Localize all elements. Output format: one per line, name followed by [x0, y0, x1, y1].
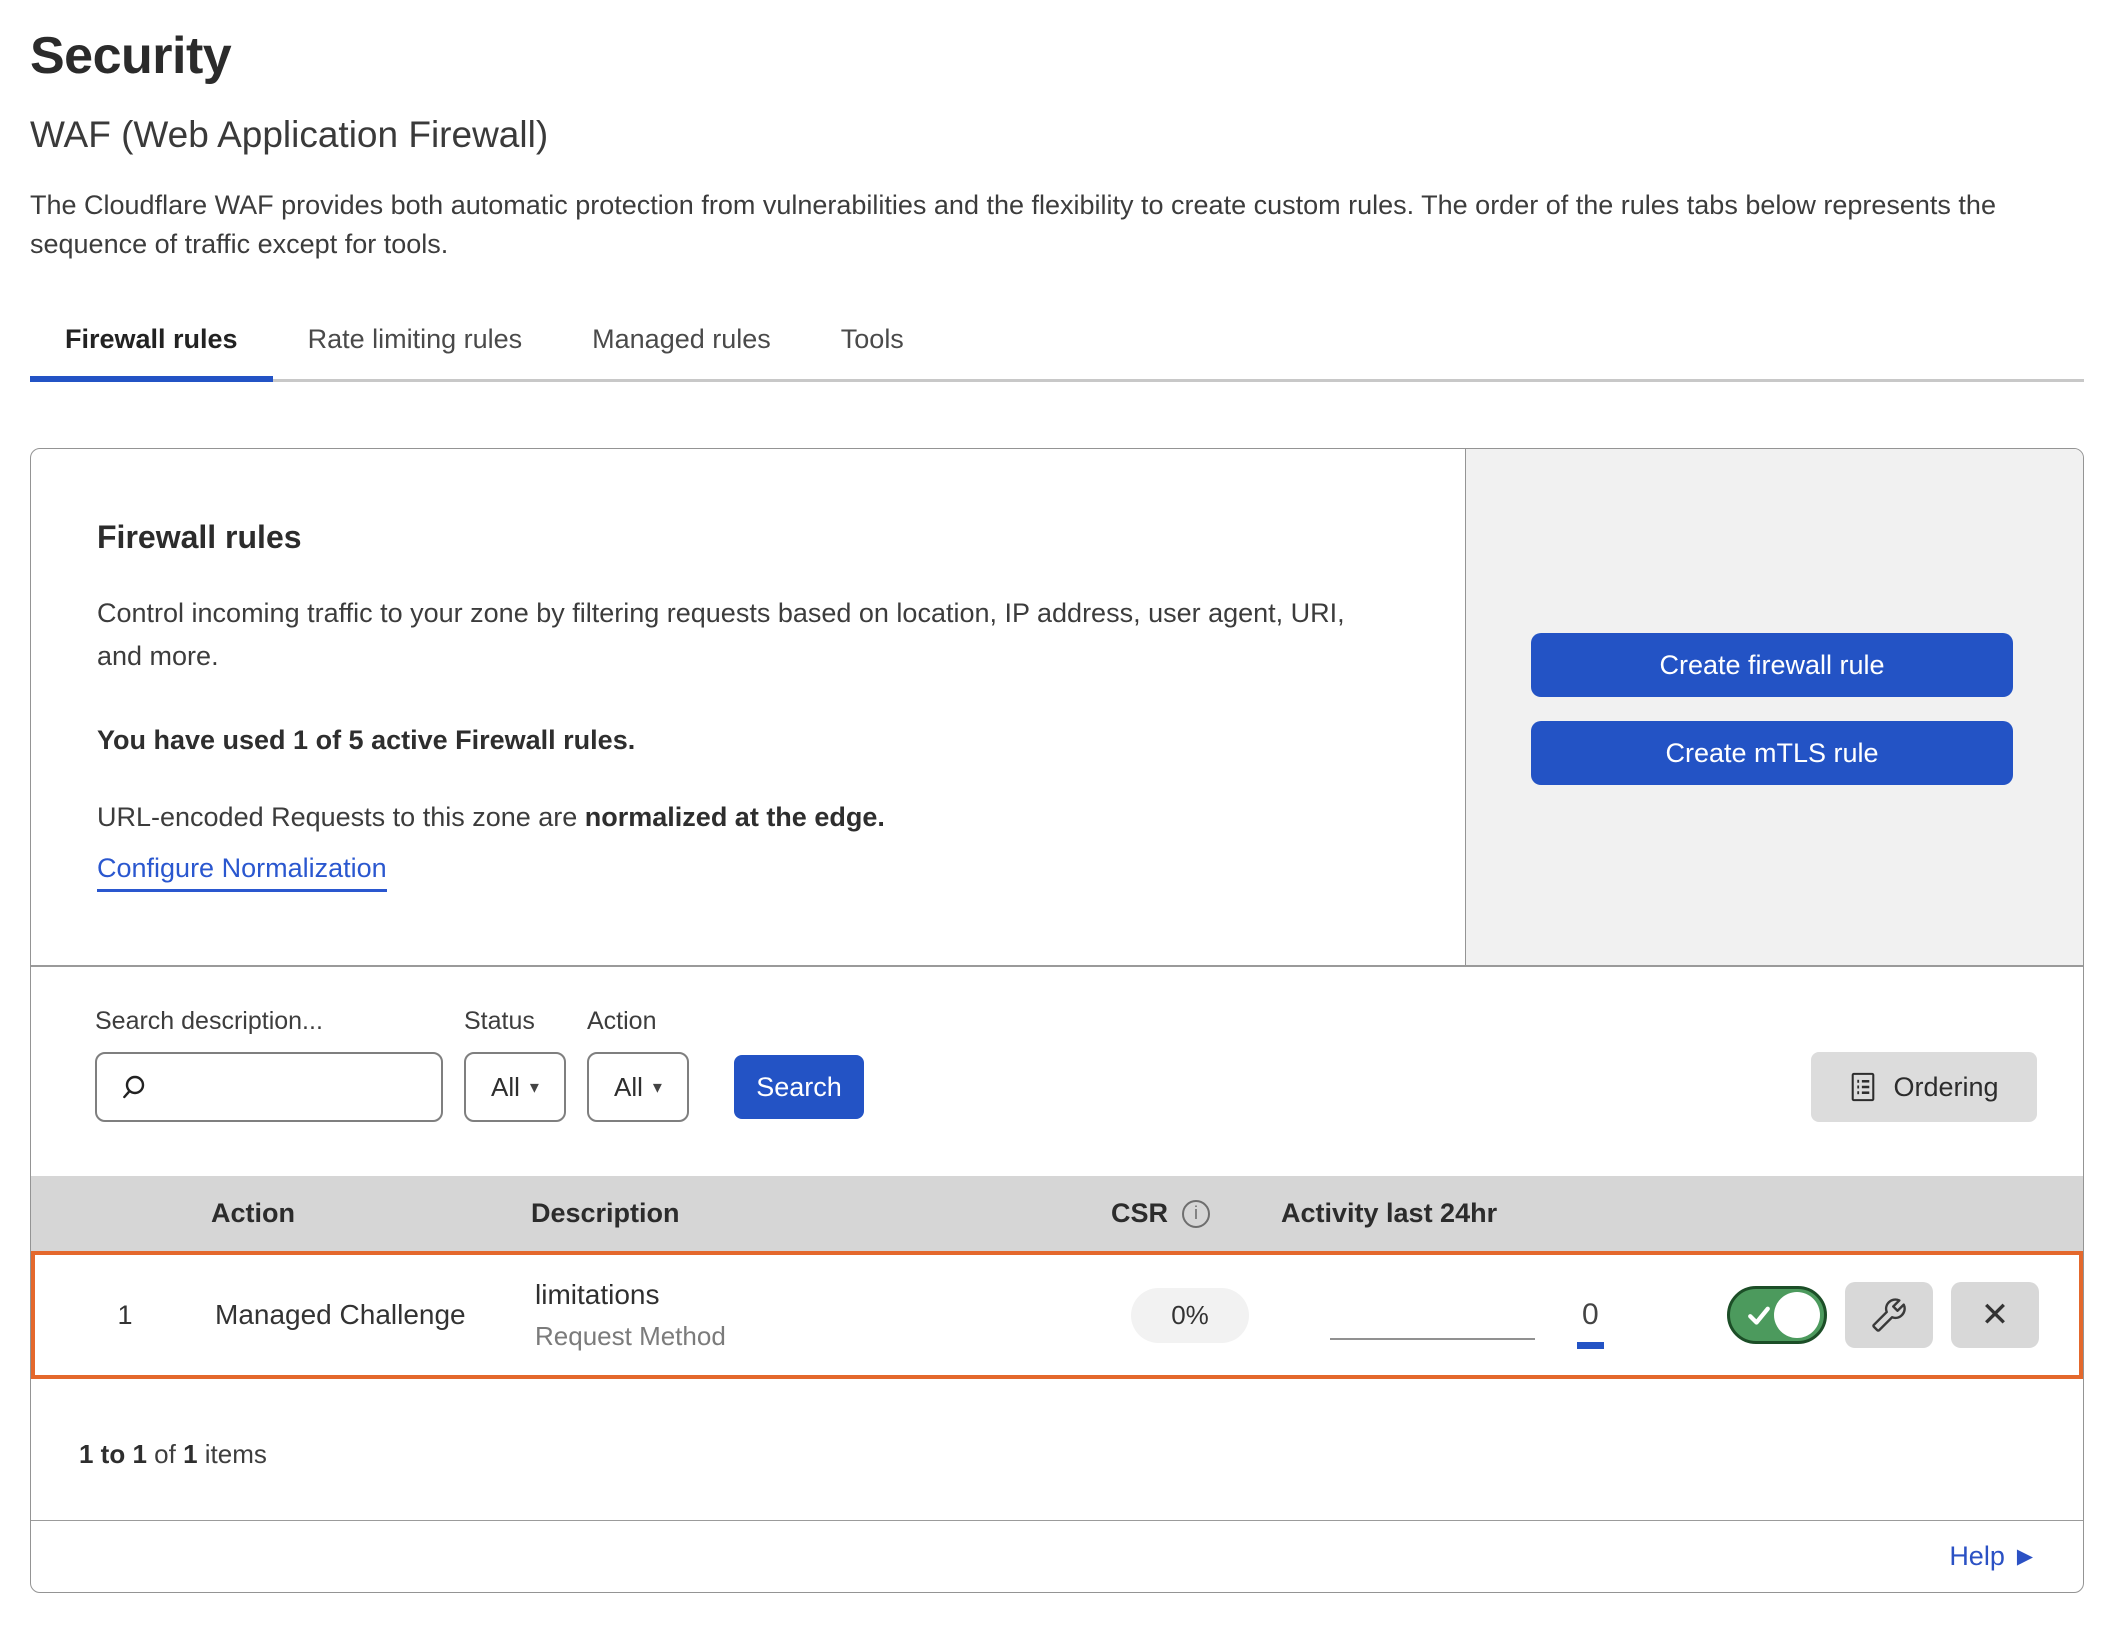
page-description: The Cloudflare WAF provides both automat… [30, 186, 2084, 264]
action-label: Action [587, 1007, 689, 1036]
rule-priority: 1 [35, 1300, 215, 1331]
header-action: Action [211, 1198, 501, 1229]
rule-enabled-toggle[interactable] [1727, 1286, 1827, 1344]
security-waf-page: Security WAF (Web Application Firewall) … [0, 0, 2114, 1593]
status-filter-group: Status All ▾ [464, 1007, 566, 1122]
header-description: Description [501, 1198, 1091, 1229]
tab-tools[interactable]: Tools [806, 312, 939, 379]
action-filter-group: Action All ▾ [587, 1007, 689, 1122]
search-button[interactable]: Search [734, 1055, 864, 1119]
waf-tabbar: Firewall rules Rate limiting rules Manag… [30, 312, 2084, 382]
summary-items: items [198, 1439, 267, 1469]
rule-description-cell: limitations Request Method [505, 1279, 1095, 1352]
normalization-note-text: URL-encoded Requests to this zone are [97, 802, 585, 832]
summary-total: 1 [183, 1439, 197, 1469]
search-input[interactable] [95, 1052, 443, 1122]
rule-controls: ✕ [1705, 1282, 2079, 1348]
create-mtls-rule-button[interactable]: Create mTLS rule [1531, 721, 2013, 785]
edit-rule-button[interactable] [1845, 1282, 1933, 1348]
header-csr-label: CSR [1111, 1198, 1168, 1229]
chevron-down-icon: ▾ [530, 1077, 539, 1098]
header-csr: CSR i [1091, 1198, 1281, 1229]
pagination-summary: 1 to 1 of 1 items [31, 1379, 2083, 1520]
status-label: Status [464, 1007, 566, 1036]
chevron-down-icon: ▾ [653, 1077, 662, 1098]
help-link-label: Help [1949, 1541, 2005, 1572]
delete-rule-button[interactable]: ✕ [1951, 1282, 2039, 1348]
activity-sparkline [1330, 1338, 1535, 1340]
filters-bar: Search description... Status All ▾ Actio… [31, 967, 2083, 1176]
tab-rate-limiting-rules[interactable]: Rate limiting rules [273, 312, 558, 379]
page-title: Security [30, 26, 2084, 86]
rule-description: limitations [535, 1279, 1095, 1311]
check-icon [1744, 1300, 1774, 1330]
toggle-knob [1774, 1292, 1820, 1338]
activity-count-link[interactable]: 0 [1577, 1298, 1604, 1349]
normalization-note-bold: normalized at the edge. [585, 802, 885, 832]
normalization-note: URL-encoded Requests to this zone are no… [97, 802, 1405, 833]
configure-normalization-link[interactable]: Configure Normalization [97, 853, 387, 892]
ordering-button-label: Ordering [1893, 1072, 1998, 1103]
tab-managed-rules[interactable]: Managed rules [557, 312, 806, 379]
rule-action: Managed Challenge [215, 1299, 505, 1331]
ordering-button[interactable]: Ordering [1811, 1052, 2037, 1122]
wrench-icon [1872, 1298, 1906, 1332]
help-link[interactable]: Help ▶ [1949, 1541, 2033, 1572]
help-row: Help ▶ [31, 1520, 2083, 1592]
header-activity: Activity last 24hr [1281, 1198, 1701, 1229]
search-description-group: Search description... [95, 1007, 443, 1122]
help-arrow-icon: ▶ [2017, 1544, 2033, 1569]
firewall-rules-overview: Firewall rules Control incoming traffic … [31, 449, 2083, 967]
rule-csr-cell: 0% [1095, 1288, 1285, 1343]
close-icon: ✕ [1981, 1298, 2010, 1332]
csr-badge: 0% [1131, 1288, 1249, 1343]
rules-table-header: Action Description CSR i Activity last 2… [31, 1176, 2083, 1251]
firewall-rule-row[interactable]: 1 Managed Challenge limitations Request … [31, 1251, 2083, 1379]
summary-of: of [147, 1439, 183, 1469]
rule-activity-cell: 0 [1285, 1290, 1705, 1341]
firewall-rules-card: Firewall rules Control incoming traffic … [30, 448, 2084, 1593]
status-dropdown-value: All [491, 1072, 520, 1103]
search-icon [117, 1071, 149, 1103]
summary-range: 1 to 1 [79, 1439, 147, 1469]
create-firewall-rule-button[interactable]: Create firewall rule [1531, 633, 2013, 697]
page-subtitle: WAF (Web Application Firewall) [30, 114, 2084, 156]
usage-summary: You have used 1 of 5 active Firewall rul… [97, 725, 1405, 756]
ordering-list-icon [1849, 1071, 1877, 1103]
create-rule-panel: Create firewall rule Create mTLS rule [1465, 449, 2083, 965]
card-heading: Firewall rules [97, 519, 1405, 556]
card-description: Control incoming traffic to your zone by… [97, 592, 1387, 678]
info-icon[interactable]: i [1182, 1200, 1210, 1228]
rule-expression: Request Method [535, 1321, 1095, 1352]
status-dropdown[interactable]: All ▾ [464, 1052, 566, 1122]
action-dropdown-value: All [614, 1072, 643, 1103]
firewall-rules-intro: Firewall rules Control incoming traffic … [31, 449, 1465, 965]
search-description-label: Search description... [95, 1007, 443, 1036]
action-dropdown[interactable]: All ▾ [587, 1052, 689, 1122]
tab-firewall-rules[interactable]: Firewall rules [30, 312, 273, 379]
